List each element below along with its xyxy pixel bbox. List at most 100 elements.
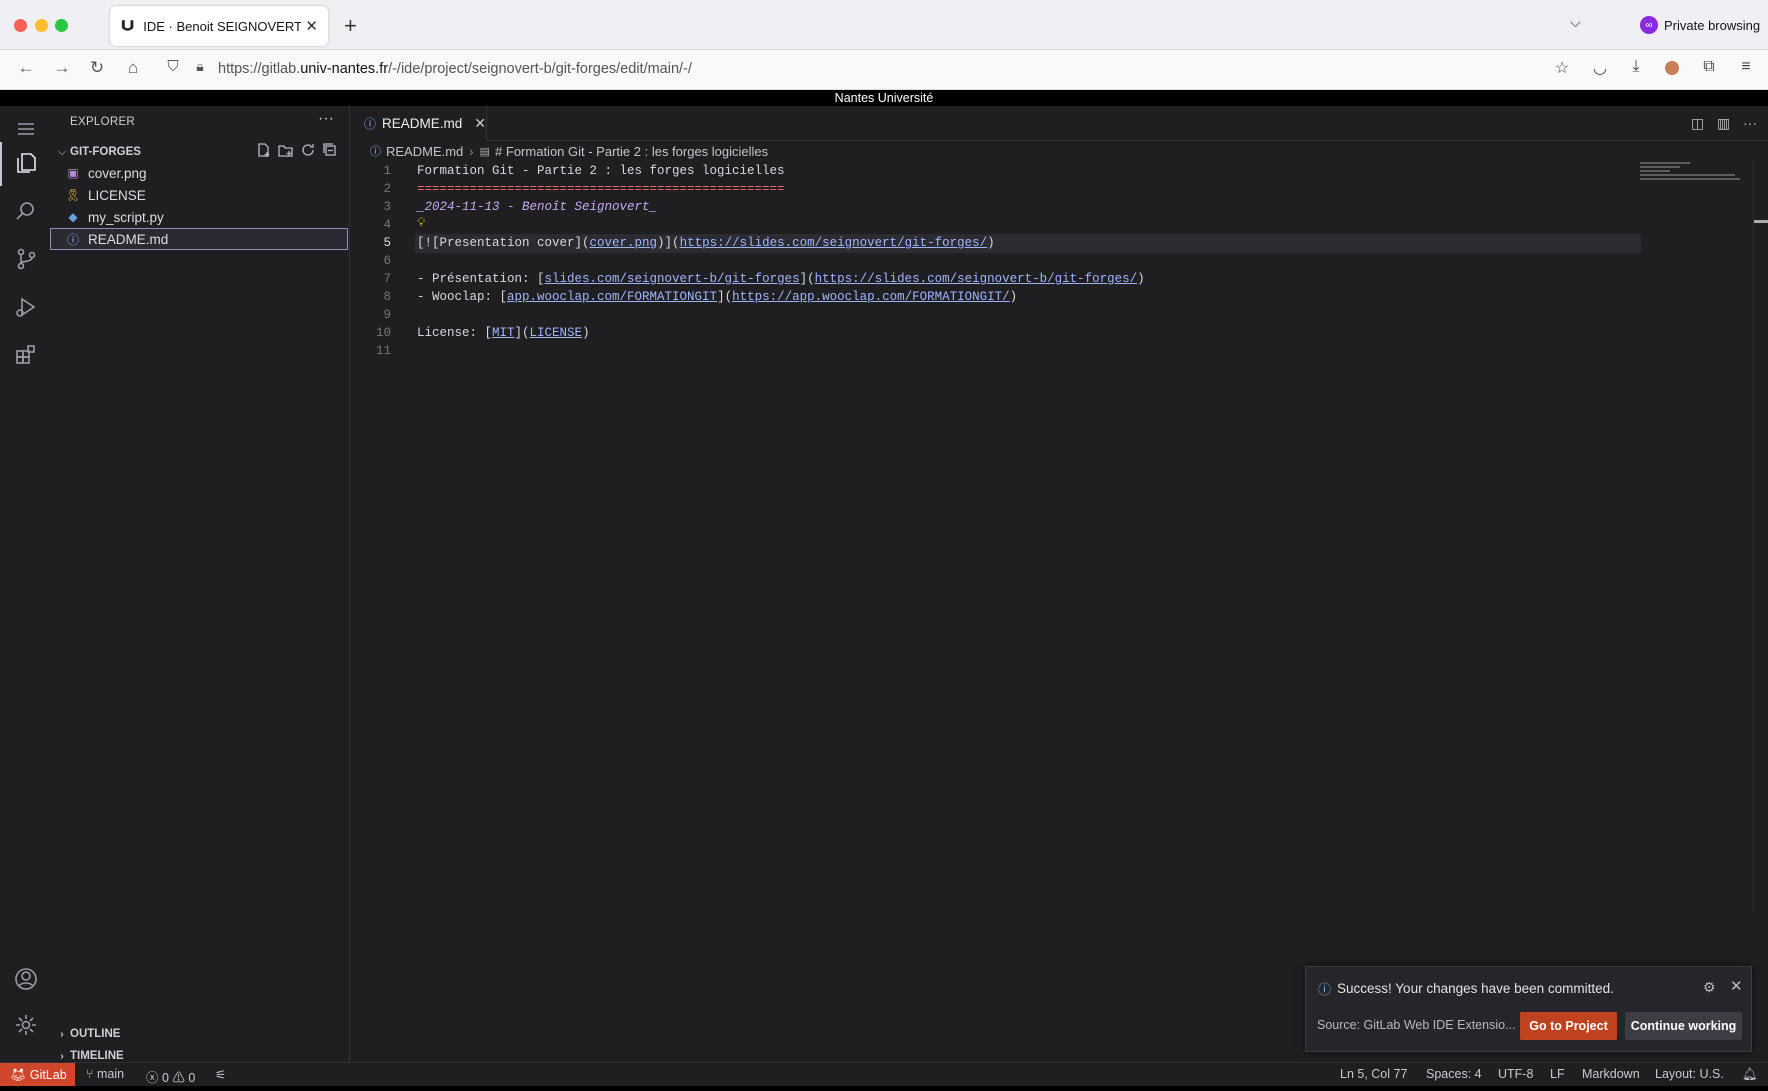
url-bar[interactable]: https://gitlab.univ-nantes.fr/-/ide/proj… — [218, 61, 692, 77]
forward-arrow-icon[interactable]: → — [50, 58, 74, 78]
extensions-blocks-icon[interactable] — [13, 342, 39, 368]
collapse-all-icon[interactable] — [322, 142, 340, 160]
line-number: 2 — [383, 182, 391, 196]
file-name: LICENSE — [88, 187, 146, 203]
new-file-icon[interactable] — [256, 142, 274, 160]
notification-source: Source: GitLab Web IDE Extensio... — [1317, 1018, 1516, 1032]
file-name: README.md — [88, 231, 169, 247]
code-link[interactable]: https://slides.com/seignovert-b/git-forg… — [815, 272, 1138, 286]
refresh-icon[interactable] — [300, 142, 318, 160]
download-icon[interactable]: ⤓ — [1624, 58, 1648, 76]
gitlab-label: GitLab — [29, 1068, 67, 1082]
close-notification-icon[interactable]: ✕ — [1730, 977, 1743, 995]
notification-message: Success! Your changes have been committe… — [1337, 981, 1614, 996]
code-link[interactable]: LICENSE — [530, 326, 583, 340]
keyboard-layout[interactable]: Layout: U.S. — [1655, 1067, 1724, 1081]
gitlab-favicon-icon — [121, 20, 134, 31]
encoding-setting[interactable]: UTF-8 — [1498, 1067, 1533, 1081]
continue-working-button[interactable]: Continue working — [1625, 1012, 1742, 1040]
file-name: cover.png — [88, 165, 147, 181]
code-token: ) — [987, 236, 995, 250]
file-item-license[interactable]: 🎗︎ LICENSE — [50, 184, 350, 206]
shield-icon[interactable]: ⛉ — [161, 58, 185, 75]
home-icon[interactable]: ⌂ — [121, 58, 145, 78]
maximize-window-button[interactable] — [55, 19, 68, 32]
breadcrumb: ⓘ README.md › ▤ # Formation Git - Partie… — [370, 143, 768, 159]
code-link[interactable]: MIT — [492, 326, 515, 340]
settings-gear-icon[interactable] — [13, 1012, 39, 1038]
broadcast-icon[interactable]: ⚟ — [215, 1067, 226, 1082]
tab-list-chevron-icon[interactable]: ⌵ — [1570, 14, 1581, 31]
commit-success-notification: ⓘ Success! Your changes have been committ… — [1305, 966, 1752, 1052]
line-number: 3 — [383, 200, 391, 214]
extensions-icon[interactable]: ⧉ — [1697, 58, 1721, 76]
menu-icon[interactable] — [13, 116, 39, 142]
bookmark-star-icon[interactable]: ☆ — [1550, 58, 1574, 78]
close-editor-tab-icon[interactable]: ✕ — [474, 115, 486, 132]
editor-more-actions-icon[interactable]: ··· — [1743, 115, 1757, 131]
close-window-button[interactable] — [14, 19, 27, 32]
code-link[interactable]: https://slides.com/seignovert/git-forges… — [680, 236, 988, 250]
lightbulb-icon[interactable]: 💡︎ — [417, 216, 429, 230]
code-line: Formation Git - Partie 2 : les forges lo… — [417, 164, 785, 178]
url-path: /-/ide/project/seignovert-b/git-forges/e… — [388, 61, 692, 77]
code-token: ) — [1009, 290, 1018, 304]
lock-icon[interactable]: 🔒︎ — [188, 58, 212, 75]
close-tab-icon[interactable]: ✕ — [305, 17, 318, 35]
explorer-files-icon[interactable] — [13, 150, 39, 176]
browser-tab-active[interactable]: IDE · Benoit SEIGNOVERT / Form ✕ — [110, 6, 328, 46]
eol-setting[interactable]: LF — [1550, 1067, 1565, 1081]
language-mode[interactable]: Markdown — [1582, 1067, 1640, 1081]
code-link[interactable]: slides.com/seignovert-b/git-forges — [545, 272, 800, 286]
reload-icon[interactable]: ↻ — [85, 58, 109, 78]
new-tab-button[interactable]: + — [344, 13, 357, 39]
line-number: 8 — [383, 290, 391, 304]
cursor-position[interactable]: Ln 5, Col 77 — [1340, 1067, 1407, 1081]
code-link[interactable]: cover.png — [590, 236, 658, 250]
code-link[interactable]: app.wooclap.com/FORMATIONGIT — [507, 290, 717, 304]
code-link[interactable]: https://app.wooclap.com/FORMATIONGIT/ — [732, 290, 1010, 304]
go-to-project-button[interactable]: Go to Project — [1520, 1012, 1617, 1040]
more-actions-icon[interactable]: ··· — [318, 110, 334, 128]
outline-section-header[interactable]: › OUTLINE — [54, 1024, 120, 1044]
vertical-scrollbar[interactable] — [1753, 160, 1768, 912]
timeline-label: TIMELINE — [70, 1050, 124, 1062]
editor-tab-readme[interactable]: ⓘ README.md ✕ — [351, 106, 487, 141]
pocket-icon[interactable]: ◡ — [1588, 58, 1612, 78]
file-item-readme-md[interactable]: ⓘ README.md — [50, 228, 348, 250]
indentation-setting[interactable]: Spaces: 4 — [1426, 1067, 1482, 1081]
minimize-window-button[interactable] — [35, 19, 48, 32]
line-number: 4 — [383, 218, 391, 232]
branch-icon: ⑂ — [86, 1067, 97, 1081]
split-editor-icon[interactable]: ▥ — [1717, 115, 1730, 132]
code-token: ]( — [799, 272, 815, 286]
file-item-my-script-py[interactable]: ◆ my_script.py — [50, 206, 350, 228]
breadcrumb-file[interactable]: README.md — [386, 144, 463, 159]
line-number: 7 — [383, 272, 391, 286]
new-folder-icon[interactable] — [278, 142, 296, 160]
status-bar: 🦊︎ GitLab ⑂ main ⓧ 0 ⚠ 0 ⚟ Ln 5, Col 77 S… — [0, 1062, 1768, 1087]
open-preview-icon[interactable]: ◫ — [1691, 115, 1704, 132]
source-control-icon[interactable] — [13, 246, 39, 272]
warning-count: 0 — [188, 1071, 196, 1085]
accounts-icon[interactable] — [13, 966, 39, 992]
breadcrumb-symbol[interactable]: # Formation Git - Partie 2 : les forges … — [495, 144, 768, 159]
gitlab-status-button[interactable]: 🦊︎ GitLab — [0, 1063, 75, 1087]
notification-settings-gear-icon[interactable]: ⚙ — [1703, 979, 1716, 996]
account-avatar[interactable] — [1660, 58, 1684, 80]
browser-nav-bar: ← → ↻ ⌂ ⛉ 🔒︎ https://gitlab.univ-nantes.… — [0, 50, 1768, 90]
code-editor[interactable]: 1 2 3 4 5 6 7 8 9 10 11 Formation Git - … — [351, 160, 1641, 1040]
search-icon[interactable] — [13, 198, 39, 224]
run-debug-icon[interactable] — [13, 294, 39, 320]
license-icon: 🎗︎ — [65, 188, 81, 202]
error-icon: ⓧ — [146, 1071, 162, 1085]
problems-indicator[interactable]: ⓧ 0 ⚠ 0 — [146, 1067, 195, 1086]
minimap[interactable] — [1640, 160, 1750, 200]
hamburger-menu-icon[interactable]: ≡ — [1734, 58, 1758, 76]
heading-symbol-icon: ▤ — [479, 145, 491, 158]
code-token: [![Presentation cover]( — [417, 236, 590, 250]
back-arrow-icon[interactable]: ← — [14, 58, 38, 78]
branch-indicator[interactable]: ⑂ main — [86, 1067, 124, 1081]
notifications-bell-icon[interactable]: 🔔︎ — [1742, 1067, 1758, 1082]
file-item-cover-png[interactable]: ▣ cover.png — [50, 162, 350, 184]
